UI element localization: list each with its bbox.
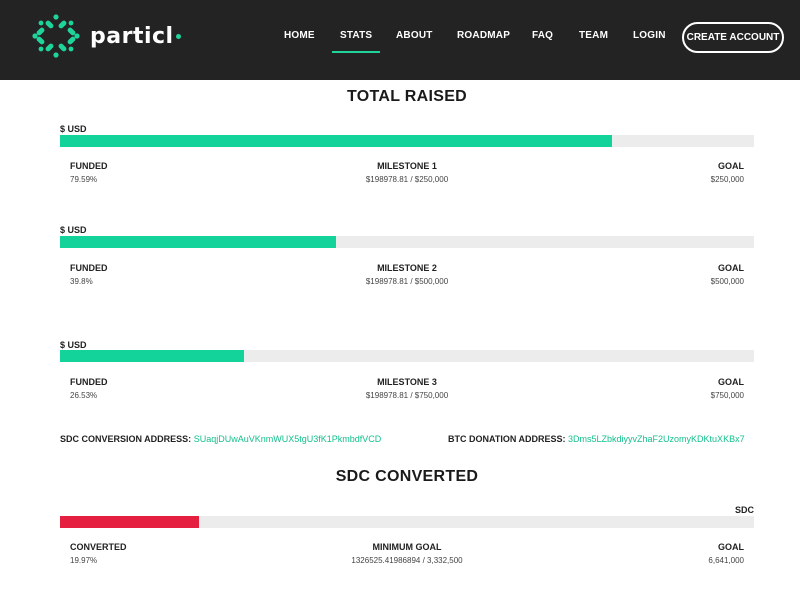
funded-label: FUNDED (70, 263, 108, 273)
goal-value: $250,000 (710, 175, 744, 184)
nav-about[interactable]: ABOUT (396, 30, 433, 41)
milestone-value: $198978.81 / $750,000 (365, 391, 449, 400)
progress-bar-track (60, 135, 754, 147)
btc-donation-address: BTC DONATION ADDRESS: 3Dms5LZbkdiyyvZhaF… (448, 434, 745, 444)
sdc-address-link[interactable]: SUaqjDUwAuVKnmWUX5tgU3fK1PkmbdfVCD (194, 434, 382, 444)
progress-bar-track (60, 236, 754, 248)
sdc-address-label: SDC CONVERSION ADDRESS: (60, 434, 192, 444)
funded-value: 39.8% (70, 277, 93, 286)
minimum-goal-value: 1326525.41986894 / 3,332,500 (351, 556, 463, 565)
goal-label: GOAL (718, 161, 744, 171)
funded-label: FUNDED (70, 377, 108, 387)
converted-label: CONVERTED (70, 542, 127, 552)
funded-value: 79.59% (70, 175, 98, 184)
goal-value: 6,641,000 (708, 556, 744, 565)
nav-stats[interactable]: STATS (331, 30, 381, 53)
nav-roadmap[interactable]: ROADMAP (457, 30, 510, 41)
currency-unit-label: $ USD (60, 124, 87, 134)
nav-faq[interactable]: FAQ (532, 30, 553, 41)
milestone-label: MILESTONE 1 (377, 161, 437, 171)
nav-home[interactable]: HOME (284, 30, 315, 41)
sdc-converted-title: SDC CONVERTED (335, 468, 479, 485)
milestone-value: $198978.81 / $250,000 (365, 175, 449, 184)
goal-label: GOAL (718, 263, 744, 273)
progress-bar-fill (60, 236, 337, 248)
btc-address-label: BTC DONATION ADDRESS: (448, 434, 566, 444)
brand-name: particl (90, 24, 181, 49)
currency-unit-label: $ USD (60, 340, 87, 350)
minimum-goal-label: MINIMUM GOAL (372, 542, 442, 552)
brand-dot (175, 33, 181, 39)
nav-login[interactable]: LOGIN (633, 30, 666, 41)
particl-logo-icon (32, 14, 80, 58)
goal-label: GOAL (718, 377, 744, 387)
converted-value: 19.97% (70, 556, 98, 565)
funded-label: FUNDED (70, 161, 108, 171)
milestone-label: MILESTONE 2 (377, 263, 437, 273)
milestone-value: $198978.81 / $500,000 (365, 277, 449, 286)
funded-value: 26.53% (70, 391, 98, 400)
goal-value: $500,000 (710, 277, 744, 286)
btc-address-link[interactable]: 3Dms5LZbkdiyyvZhaF2UzomyKDKtuXKBx7 (568, 434, 745, 444)
nav-team[interactable]: TEAM (579, 30, 608, 41)
goal-value: $750,000 (710, 391, 744, 400)
progress-bar-fill (60, 350, 245, 362)
progress-bar-fill (60, 135, 613, 147)
top-navbar: particl HOME STATS ABOUT ROADMAP FAQ TEA… (0, 0, 800, 80)
sdc-conversion-address: SDC CONVERSION ADDRESS: SUaqjDUwAuVKnmWU… (60, 434, 381, 444)
total-raised-title: TOTAL RAISED (346, 88, 468, 105)
sdc-unit-label: SDC (734, 505, 754, 515)
goal-label: GOAL (718, 542, 744, 552)
progress-bar-track (60, 350, 754, 362)
brand-logo[interactable]: particl (32, 14, 181, 58)
progress-bar-track (60, 516, 754, 528)
create-account-button[interactable]: CREATE ACCOUNT (682, 22, 784, 53)
milestone-label: MILESTONE 3 (377, 377, 437, 387)
currency-unit-label: $ USD (60, 225, 87, 235)
progress-bar-fill (60, 516, 199, 528)
